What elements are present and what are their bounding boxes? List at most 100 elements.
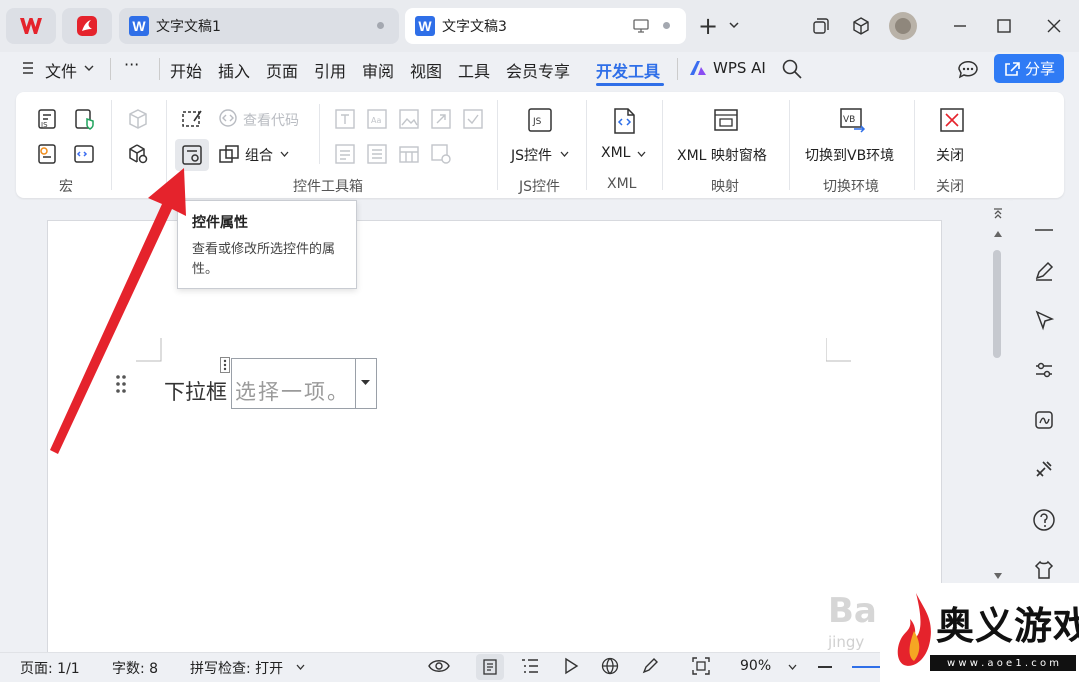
- rich-text-control-icon: Aa: [367, 109, 387, 129]
- page-view-button[interactable]: [476, 654, 504, 680]
- skin-button[interactable]: [1030, 556, 1058, 584]
- page-count[interactable]: 页面: 1/1: [20, 658, 80, 678]
- checkbox-control-icon: [463, 109, 483, 129]
- menu-label: 页面: [266, 62, 299, 81]
- pen-tool-button[interactable]: [1030, 257, 1058, 285]
- share-icon: [1005, 61, 1020, 76]
- menu-wps-ai[interactable]: WPS AI: [713, 59, 766, 81]
- menu-label: 审阅: [362, 62, 395, 81]
- web-layout-icon[interactable]: [601, 657, 619, 675]
- tooltip-control-properties: 控件属性 查看或修改所选控件的属性。: [177, 200, 357, 289]
- fit-page-icon[interactable]: [692, 657, 710, 675]
- svg-text:Aa: Aa: [371, 116, 381, 125]
- maximize-button[interactable]: [988, 10, 1020, 42]
- xml-mapping-pane-button[interactable]: XML 映射窗格: [677, 145, 767, 165]
- spell-check-status[interactable]: 拼写检查: 打开: [190, 658, 283, 678]
- scrollbar-thumb[interactable]: [993, 250, 1001, 358]
- ribbon-separator: [497, 100, 498, 190]
- watermark-url: w w w . a o e 1 . c o m: [930, 655, 1076, 671]
- scroll-down-icon[interactable]: [993, 572, 1003, 580]
- tools-button[interactable]: [1030, 455, 1058, 483]
- jingyan-watermark: jingy: [828, 633, 865, 651]
- menu-label: 插入: [218, 62, 251, 81]
- view-code-button: 查看代码: [243, 113, 299, 129]
- zoom-out-icon[interactable]: [818, 666, 832, 668]
- macro-security-icon[interactable]: [72, 107, 96, 131]
- share-button[interactable]: 分享: [994, 54, 1064, 83]
- menu-divider: [677, 58, 678, 80]
- switch-vb-button[interactable]: 切换到VB环境: [805, 145, 894, 165]
- tooltip-description: 查看或修改所选控件的属性。: [192, 242, 336, 277]
- control-handle-icon[interactable]: [220, 357, 230, 373]
- minimize-button[interactable]: [944, 10, 976, 42]
- zoom-level[interactable]: 90%: [740, 658, 771, 674]
- restore-tabs-button[interactable]: [805, 10, 837, 42]
- close-window-button[interactable]: [1038, 10, 1070, 42]
- menu-label: 开发工具: [596, 62, 661, 81]
- menu-divider: [159, 58, 160, 80]
- view-code-icon: [219, 109, 237, 127]
- design-mode-icon[interactable]: [180, 107, 204, 131]
- pen-mode-icon[interactable]: [641, 657, 659, 675]
- pdf-logo-icon: [77, 16, 97, 36]
- picture-control-icon: [399, 109, 419, 129]
- dropdown-arrow-icon[interactable]: [361, 380, 370, 386]
- menu-view[interactable]: 视图: [410, 58, 442, 81]
- word-count[interactable]: 字数: 8: [112, 658, 158, 678]
- panel-collapse-icon[interactable]: [1035, 229, 1053, 231]
- shirt-icon: [1034, 560, 1054, 579]
- close-developer-button[interactable]: 关闭: [936, 145, 964, 165]
- window-copy-icon: [813, 18, 829, 34]
- menu-developer-tools[interactable]: 开发工具: [596, 58, 661, 81]
- wps-home-button[interactable]: [6, 8, 56, 44]
- building-block-control-icon: [431, 109, 451, 129]
- group-combo-button[interactable]: 组合: [245, 145, 273, 165]
- menu-tools[interactable]: 工具: [458, 58, 490, 81]
- red-arrow-annotation: [50, 168, 186, 454]
- menu-file[interactable]: 文件: [45, 58, 77, 81]
- chevron-down-icon[interactable]: [728, 20, 740, 30]
- js-control-button[interactable]: JS控件: [511, 145, 552, 165]
- chevron-down-icon: [296, 664, 305, 670]
- xml-button[interactable]: XML: [601, 145, 630, 161]
- tab-document-3[interactable]: W 文字文稿3: [405, 8, 686, 44]
- select-tool-button[interactable]: [1030, 306, 1058, 334]
- help-button[interactable]: [1030, 506, 1058, 534]
- menu-review[interactable]: 审阅: [362, 58, 395, 81]
- ribbon-separator: [789, 100, 790, 190]
- avatar[interactable]: [889, 12, 917, 40]
- chat-bubble-icon[interactable]: [956, 59, 980, 79]
- close-icon: [1047, 19, 1061, 33]
- pdf-app-button[interactable]: [62, 8, 112, 44]
- watermark-logo: Ba jingy 奥义游戏网 w w w . a o e 1 . c o m: [828, 583, 1079, 682]
- scroll-up-icon[interactable]: [993, 230, 1003, 238]
- outline-view-icon[interactable]: [521, 658, 539, 674]
- menu-insert[interactable]: 插入: [218, 58, 251, 81]
- zoom-slider[interactable]: [852, 666, 880, 668]
- maximize-icon: [997, 19, 1011, 33]
- dropdown-placeholder: 选择一项。: [235, 380, 350, 404]
- scroll-top-icon[interactable]: [992, 208, 1004, 220]
- chevron-down-icon: [788, 664, 797, 670]
- tab-title: 文字文稿1: [156, 19, 221, 35]
- menu-member[interactable]: 会员专享: [506, 58, 571, 81]
- monitor-icon[interactable]: [633, 19, 649, 33]
- new-tab-button[interactable]: +: [698, 14, 718, 38]
- eye-icon[interactable]: [428, 657, 450, 675]
- play-icon[interactable]: [562, 657, 580, 675]
- menu-home[interactable]: 开始: [170, 58, 202, 81]
- vb-environment-icon: VB: [840, 108, 866, 133]
- menu-references[interactable]: 引用: [314, 58, 346, 81]
- addin-cube-icon: [129, 109, 147, 129]
- macro-record-icon[interactable]: JS: [35, 107, 59, 131]
- menu-label: 会员专享: [506, 62, 571, 81]
- cursor-arrow-icon: [1035, 310, 1055, 331]
- pen-icon: [1035, 261, 1054, 281]
- menu-page[interactable]: 页面: [266, 58, 299, 81]
- handwriting-button[interactable]: [1030, 406, 1058, 434]
- tab-document-1[interactable]: W 文字文稿1: [119, 8, 399, 44]
- search-icon[interactable]: [781, 58, 803, 80]
- adjust-button[interactable]: [1030, 356, 1058, 384]
- cube-button[interactable]: [845, 10, 877, 42]
- menu-more[interactable]: ···: [124, 55, 139, 77]
